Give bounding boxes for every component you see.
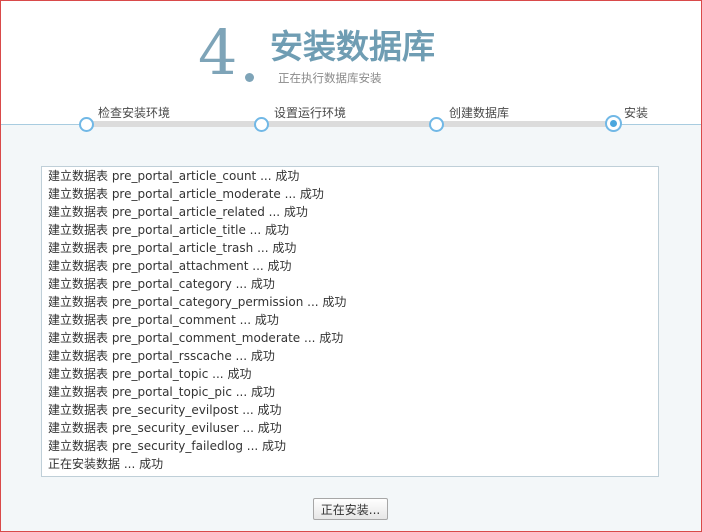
step-3-marker [429, 117, 444, 132]
step-2-marker [254, 117, 269, 132]
log-line: 建立数据表 pre_security_eviluser ... 成功 [48, 421, 282, 435]
step-4-marker-active [605, 115, 622, 132]
log-line: 建立数据表 pre_portal_attachment ... 成功 [48, 259, 292, 273]
step-number-dot [245, 73, 254, 82]
step-1-marker [79, 117, 94, 132]
log-line: 建立数据表 pre_portal_topic_pic ... 成功 [48, 385, 275, 399]
log-line: 建立数据表 pre_portal_article_trash ... 成功 [48, 241, 297, 255]
step-number: 4 [198, 16, 237, 89]
log-line: 建立数据表 pre_portal_rsscache ... 成功 [48, 349, 275, 363]
log-line: 建立数据表 pre_portal_comment_moderate ... 成功 [48, 331, 344, 345]
log-line: 建立数据表 pre_portal_topic ... 成功 [48, 367, 252, 381]
step-1-label: 检查安装环境 [98, 106, 171, 120]
log-line: 建立数据表 pre_portal_article_related ... 成功 [48, 205, 308, 219]
installing-button[interactable]: 正在安装... [313, 498, 388, 520]
step-3-label: 创建数据库 [449, 106, 510, 120]
log-line: 建立数据表 pre_portal_category_permission ...… [48, 295, 347, 309]
page-subtitle: 正在执行数据库安装 [278, 71, 382, 85]
log-line: 建立数据表 pre_portal_article_count ... 成功 [48, 169, 300, 183]
log-line: 建立数据表 pre_portal_article_moderate ... 成功 [48, 187, 324, 201]
log-line: 建立数据表 pre_portal_comment ... 成功 [48, 313, 279, 327]
steps-track [86, 121, 614, 127]
install-log[interactable]: 建立数据表 pre_portal_article_count ... 成功 建立… [41, 166, 659, 477]
step-2-label: 设置运行环境 [274, 106, 347, 120]
step-4-label: 安装 [624, 106, 649, 120]
page-title: 安装数据库 [270, 27, 435, 66]
log-line: 建立数据表 pre_portal_article_title ... 成功 [48, 223, 289, 237]
log-line: 建立数据表 pre_security_evilpost ... 成功 [48, 403, 282, 417]
log-line: 建立数据表 pre_security_failedlog ... 成功 [48, 439, 287, 453]
log-line: 建立数据表 pre_portal_category ... 成功 [48, 277, 275, 291]
log-line: 正在安装数据 ... 成功 [48, 457, 164, 471]
